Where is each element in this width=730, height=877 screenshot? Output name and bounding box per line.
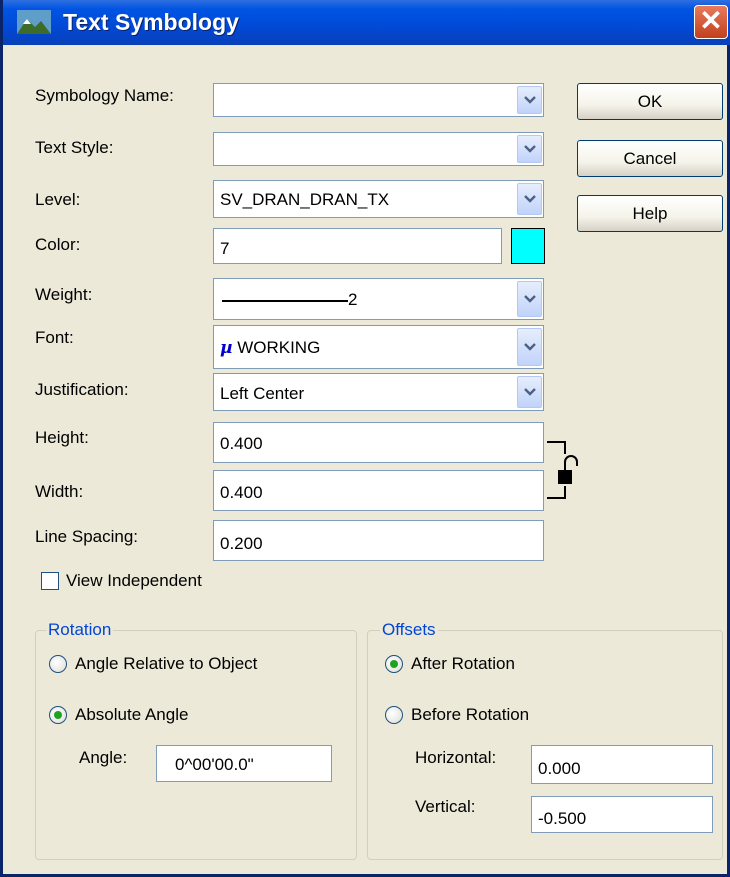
view-independent-label[interactable]: View Independent xyxy=(66,571,202,591)
justification-value: Left Center xyxy=(220,384,305,403)
lock-icon[interactable] xyxy=(547,432,595,508)
color-swatch[interactable] xyxy=(511,228,545,264)
color-label: Color: xyxy=(35,235,81,254)
color-input[interactable]: 7 xyxy=(213,228,502,264)
horizontal-label: Horizontal: xyxy=(415,748,497,767)
vertical-value: -0.500 xyxy=(538,809,587,828)
level-label: Level: xyxy=(35,190,81,209)
level-dropdown[interactable]: SV_DRAN_DRAN_TX xyxy=(213,180,544,218)
weight-label: Weight: xyxy=(35,285,93,304)
justification-label: Justification: xyxy=(35,380,129,399)
close-button[interactable]: ✕ xyxy=(694,5,728,39)
font-value: WORKING xyxy=(237,338,321,357)
after-rotation-radio[interactable] xyxy=(385,655,403,673)
horizontal-value: 0.000 xyxy=(538,759,581,778)
width-label: Width: xyxy=(35,482,84,501)
line-spacing-label: Line Spacing: xyxy=(35,527,139,546)
view-independent-checkbox[interactable] xyxy=(41,572,59,590)
chevron-down-icon[interactable] xyxy=(517,328,542,366)
before-rotation-label[interactable]: Before Rotation xyxy=(411,705,529,725)
vertical-input[interactable]: -0.500 xyxy=(531,796,713,833)
color-value: 7 xyxy=(220,239,230,258)
height-input[interactable]: 0.400 xyxy=(213,422,544,463)
weight-value: 2 xyxy=(348,290,358,309)
offsets-group-title: Offsets xyxy=(380,620,438,640)
chevron-down-icon[interactable] xyxy=(517,376,542,408)
line-spacing-value: 0.200 xyxy=(220,534,263,553)
dialog-title: Text Symbology xyxy=(63,9,239,35)
text-symbology-dialog: Text Symbology ✕ Symbology Name: Text St… xyxy=(0,0,730,877)
absolute-angle-label[interactable]: Absolute Angle xyxy=(75,705,188,725)
angle-value: 0^00'00.0" xyxy=(175,755,254,774)
height-value: 0.400 xyxy=(220,434,263,453)
radio-selected-dot xyxy=(54,711,62,719)
text-style-label: Text Style: xyxy=(35,138,114,157)
vertical-label: Vertical: xyxy=(415,797,476,816)
chevron-down-icon[interactable] xyxy=(517,183,542,215)
angle-relative-label[interactable]: Angle Relative to Object xyxy=(75,654,257,674)
justification-dropdown[interactable]: Left Center xyxy=(213,373,544,411)
font-label: Font: xyxy=(35,328,74,347)
angle-label: Angle: xyxy=(79,748,128,767)
level-value: SV_DRAN_DRAN_TX xyxy=(220,190,390,209)
symbology-name-dropdown[interactable] xyxy=(213,83,544,117)
rotation-group-title: Rotation xyxy=(46,620,114,640)
text-style-dropdown[interactable] xyxy=(213,132,544,166)
chevron-down-icon[interactable] xyxy=(517,281,542,317)
app-icon xyxy=(17,10,51,34)
height-label: Height: xyxy=(35,428,89,447)
angle-relative-radio[interactable] xyxy=(49,655,67,673)
radio-selected-dot xyxy=(390,660,398,668)
title-bar[interactable]: Text Symbology ✕ xyxy=(3,0,730,45)
weight-line-sample xyxy=(222,299,348,302)
absolute-angle-radio[interactable] xyxy=(49,706,67,724)
cancel-button[interactable]: Cancel xyxy=(577,140,723,177)
close-icon: ✕ xyxy=(699,5,723,36)
font-type-icon: µ xyxy=(220,338,233,358)
help-button[interactable]: Help xyxy=(577,195,723,232)
width-value: 0.400 xyxy=(220,483,263,502)
after-rotation-label[interactable]: After Rotation xyxy=(411,654,515,674)
font-dropdown[interactable]: µ WORKING xyxy=(213,325,544,369)
line-spacing-input[interactable]: 0.200 xyxy=(213,520,544,561)
weight-dropdown[interactable]: 2 xyxy=(213,278,544,320)
chevron-down-icon[interactable] xyxy=(517,135,542,163)
chevron-down-icon[interactable] xyxy=(517,86,542,114)
symbology-name-label: Symbology Name: xyxy=(35,86,174,105)
width-input[interactable]: 0.400 xyxy=(213,470,544,511)
before-rotation-radio[interactable] xyxy=(385,706,403,724)
horizontal-input[interactable]: 0.000 xyxy=(531,745,713,784)
angle-input[interactable]: 0^00'00.0" xyxy=(156,745,332,782)
ok-button[interactable]: OK xyxy=(577,83,723,120)
